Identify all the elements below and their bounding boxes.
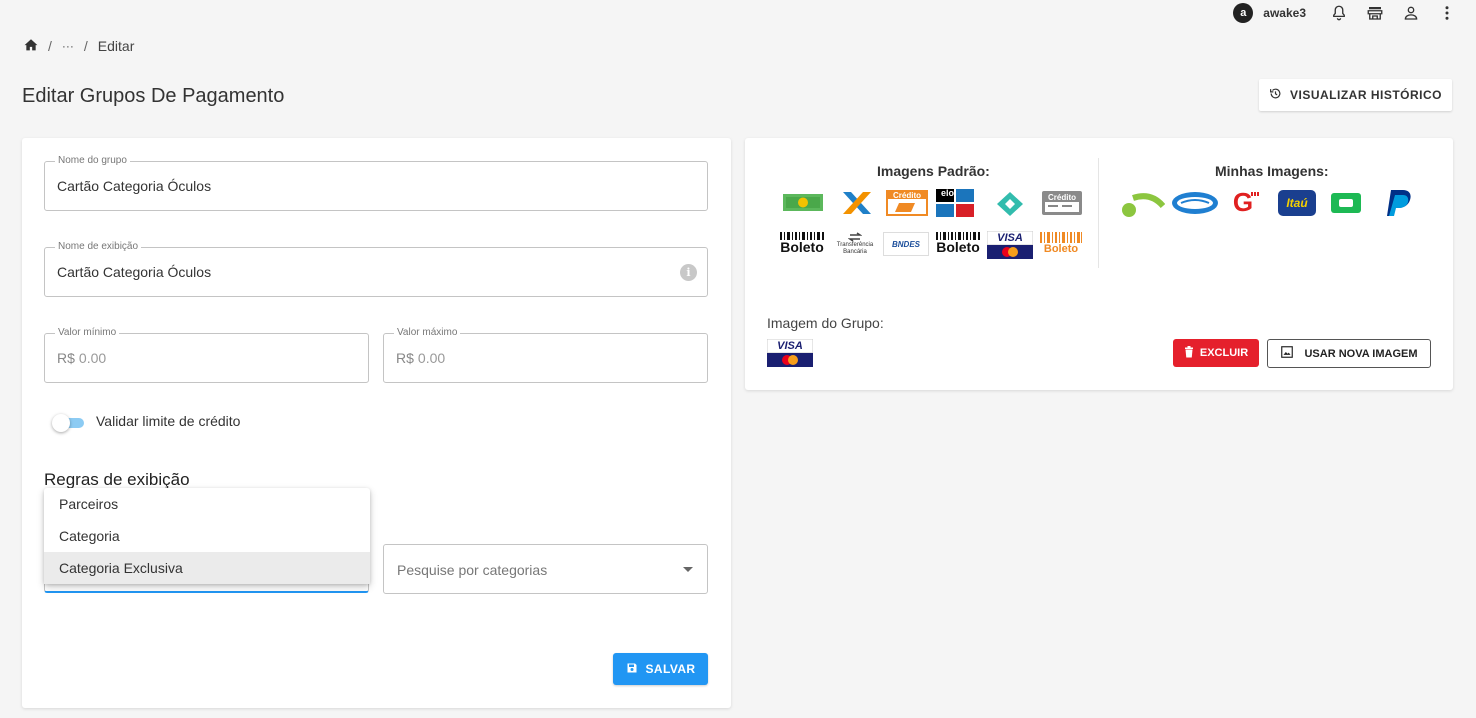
use-new-image-button[interactable]: USAR NOVA IMAGEM [1267,339,1431,368]
default-images-title: Imagens Padrão: [877,163,990,179]
my-image-itau[interactable]: Itaú [1277,189,1317,217]
images-divider [1098,158,1099,268]
page-title: Editar Grupos De Pagamento [22,85,285,107]
group-image-label: Imagem do Grupo: [767,315,884,331]
store-icon[interactable] [1364,2,1386,24]
username[interactable]: awake3 [1263,6,1306,20]
breadcrumb-separator: / [83,38,88,54]
boleto-black-label: Boleto [780,239,824,255]
min-value-input[interactable]: R$ 0.00 [57,350,106,366]
delete-button-label: EXCLUIR [1199,347,1249,359]
image-icon [1280,345,1294,362]
dropdown-option-categoria[interactable]: Categoria [44,520,370,552]
max-value-label: Valor máximo [394,327,461,338]
max-value-input[interactable]: R$ 0.00 [396,350,445,366]
my-image-handshake-blue[interactable] [1171,190,1219,216]
my-images-title: Minhas Imagens: [1215,163,1329,179]
default-image-visa-mastercard[interactable]: VISA [987,231,1033,259]
visa-label: VISA [997,232,1023,244]
group-name-field[interactable]: Nome do grupo Cartão Categoria Óculos [44,155,708,211]
save-button[interactable]: SALVAR [613,653,708,685]
default-image-transferencia[interactable]: Transferência Bancária [831,230,879,258]
group-image-visa-mastercard: VISA [767,339,813,367]
history-button-label: VISUALIZAR HISTÓRICO [1289,88,1442,102]
min-value-placeholder: 0.00 [78,350,107,366]
my-image-g-red[interactable]: G [1223,186,1263,218]
group-name-label: Nome do grupo [55,155,130,166]
credito-gray-label: Crédito [1048,193,1076,202]
transferencia-label: Transferência Bancária [836,242,874,255]
default-image-bndes[interactable]: BNDES [883,232,929,256]
avatar[interactable]: a [1233,3,1254,23]
top-bar: a awake3 [1233,0,1476,26]
breadcrumb-ellipsis[interactable]: ··· [62,39,74,53]
breadcrumb-separator: / [48,38,52,54]
credito-orange-label: Crédito [893,191,921,200]
group-form-card: Nome do grupo Cartão Categoria Óculos No… [22,138,731,708]
default-image-boleto-black[interactable]: Boleto [779,230,825,256]
info-icon[interactable]: i [680,264,697,281]
min-value-field[interactable]: Valor mínimo R$ 0.00 [44,327,369,383]
credit-limit-label: Validar limite de crédito [96,413,241,429]
trash-icon [1184,345,1194,361]
default-image-cash[interactable] [781,190,825,214]
display-name-label: Nome de exibição [55,241,142,252]
my-image-a-green[interactable] [1329,190,1363,216]
default-image-pix[interactable] [995,190,1025,218]
bndes-label: BNDES [891,239,920,249]
more-vert-icon[interactable] [1436,2,1458,24]
category-search-select[interactable]: Pesquise por categorias [383,544,708,594]
currency-prefix: R$ [396,350,414,366]
default-image-credito-orange[interactable]: Crédito [885,190,929,216]
group-images-card: Imagens Padrão: Minhas Imagens: Crédito … [745,138,1453,390]
default-image-boleto-black-2[interactable]: Boleto [935,230,981,256]
currency-prefix: R$ [57,350,75,366]
dropdown-option-parceiros[interactable]: Parceiros [44,488,370,520]
toggle-knob [52,414,70,432]
group-visa-label: VISA [777,340,803,352]
save-icon [626,662,638,677]
display-name-field[interactable]: Nome de exibição Cartão Categoria Óculos… [44,241,708,297]
history-icon [1269,87,1282,103]
default-image-boleto-orange[interactable]: Boleto [1039,230,1083,256]
home-icon[interactable] [24,38,38,54]
group-name-value[interactable]: Cartão Categoria Óculos [57,178,211,194]
delete-image-button[interactable]: EXCLUIR [1173,339,1259,367]
default-image-x-logo[interactable] [837,190,877,216]
rules-title: Regras de exibição [44,470,190,489]
history-button[interactable]: VISUALIZAR HISTÓRICO [1259,79,1452,111]
boleto-orange-label: Boleto [1043,242,1079,255]
bell-icon[interactable] [1328,2,1350,24]
credit-limit-toggle[interactable] [52,414,86,432]
display-name-value[interactable]: Cartão Categoria Óculos [57,264,211,280]
category-search-placeholder: Pesquise por categorias [397,562,548,578]
my-image-paypal[interactable] [1381,188,1417,218]
rule-type-dropdown: Parceiros Categoria Categoria Exclusiva [44,488,370,584]
default-image-credito-gray[interactable]: Crédito [1041,190,1083,216]
default-image-elo-hipercard[interactable]: elo [935,188,975,218]
itau-label: Itaú [1286,196,1308,210]
save-button-label: SALVAR [645,662,696,676]
breadcrumb: / ··· / Editar [24,38,134,54]
elo-label: elo [941,188,955,198]
new-image-button-label: USAR NOVA IMAGEM [1304,347,1418,360]
dropdown-option-categoria-exclusiva[interactable]: Categoria Exclusiva [44,552,370,584]
my-image-green-arc[interactable] [1119,190,1165,218]
max-value-field[interactable]: Valor máximo R$ 0.00 [383,327,708,383]
boleto-black-2-label: Boleto [936,239,980,255]
max-value-placeholder: 0.00 [417,350,446,366]
min-value-label: Valor mínimo [55,327,120,338]
breadcrumb-current: Editar [97,38,135,54]
chevron-down-icon[interactable] [683,567,693,572]
user-icon[interactable] [1400,2,1422,24]
